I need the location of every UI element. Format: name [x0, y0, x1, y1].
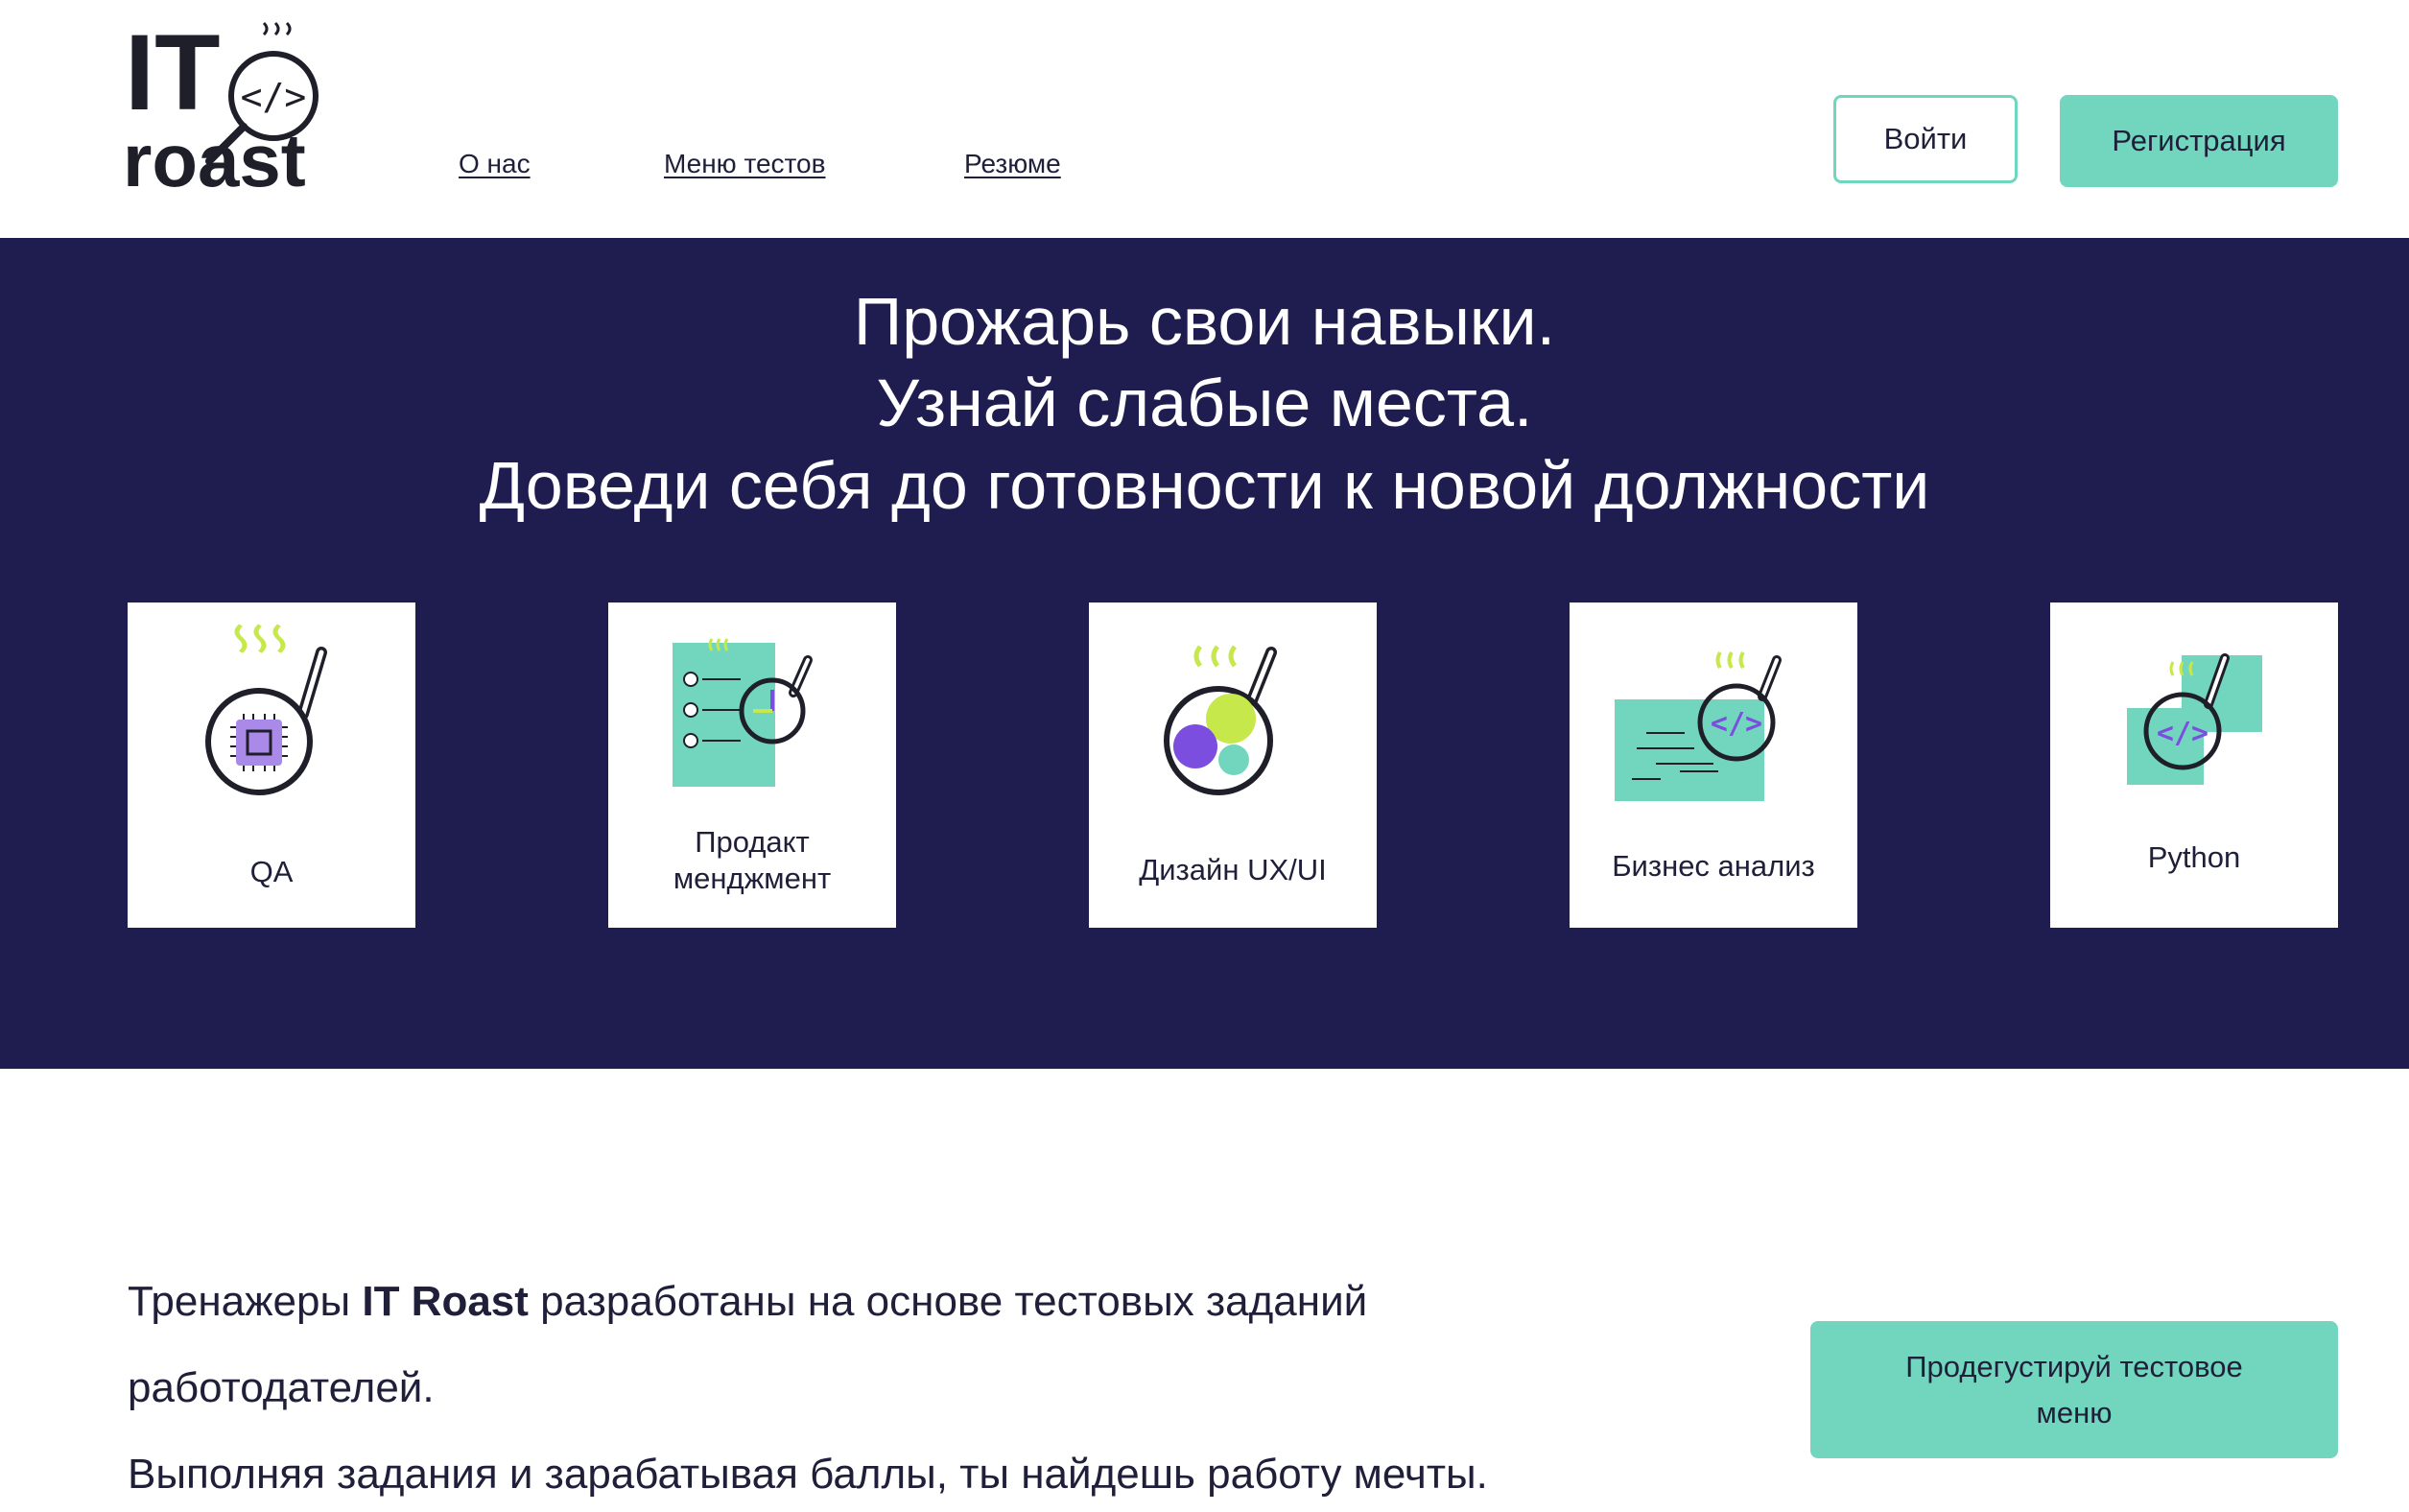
nav-link-tests-menu[interactable]: Меню тестов	[664, 149, 826, 179]
intro-paragraph-1-line2: работодателей.	[128, 1364, 435, 1411]
frying-pan-code-icon: IT roast </>	[123, 12, 319, 202]
tasting-menu-button[interactable]: Продегустируй тестовое меню	[1810, 1321, 2338, 1458]
hero-headline-line2: Узнай слабые места.	[876, 366, 1533, 440]
site-header: IT roast </> О нас Меню тестов Резюме Во…	[0, 0, 2409, 238]
svg-text:</>: </>	[241, 76, 307, 118]
svg-text:</>: </>	[2157, 717, 2208, 750]
intro-text-pre: Тренажеры	[128, 1278, 363, 1325]
category-card-python[interactable]: </> Python	[2050, 602, 2338, 928]
nav-link-resume[interactable]: Резюме	[964, 149, 1061, 179]
intro-text-post: разработаны на основе тестовых заданий	[528, 1278, 1368, 1325]
category-card-design[interactable]: Дизайн UX/UI	[1089, 602, 1377, 928]
intro-paragraph-1: Тренажеры IT Roast разработаны на основе…	[128, 1278, 1367, 1326]
intro-paragraph-2: Выполняя задания и зарабатывая баллы, ты…	[128, 1451, 1488, 1498]
logo-it-text: IT	[125, 21, 221, 132]
category-label-product-line1: Продакт	[695, 825, 810, 859]
register-button[interactable]: Регистрация	[2060, 95, 2338, 187]
python-pan-icon: </>	[2127, 653, 2262, 785]
category-label-qa: QA	[249, 855, 294, 888]
nav-link-about[interactable]: О нас	[459, 149, 531, 179]
hero-headline-line1: Прожарь свои навыки.	[853, 284, 1556, 359]
intro-brand: IT Roast	[362, 1278, 529, 1325]
category-card-qa[interactable]: QA	[128, 602, 415, 928]
hero-headline-line3: Доведи себя до готовности к новой должно…	[479, 448, 1930, 523]
category-label-product-line2: менджмент	[673, 862, 832, 895]
category-card-product-management[interactable]: Продакт менджмент	[608, 602, 896, 928]
it-roast-logo[interactable]: IT roast </>	[123, 12, 326, 202]
login-button[interactable]: Войти	[1833, 95, 2018, 183]
category-label-design: Дизайн UX/UI	[1139, 853, 1327, 886]
svg-text:</>: </>	[1711, 707, 1762, 741]
category-label-python: Python	[2147, 840, 2241, 874]
category-card-business-analysis[interactable]: </> Бизнес анализ	[1570, 602, 1857, 928]
category-label-business-analysis: Бизнес анализ	[1612, 849, 1815, 883]
